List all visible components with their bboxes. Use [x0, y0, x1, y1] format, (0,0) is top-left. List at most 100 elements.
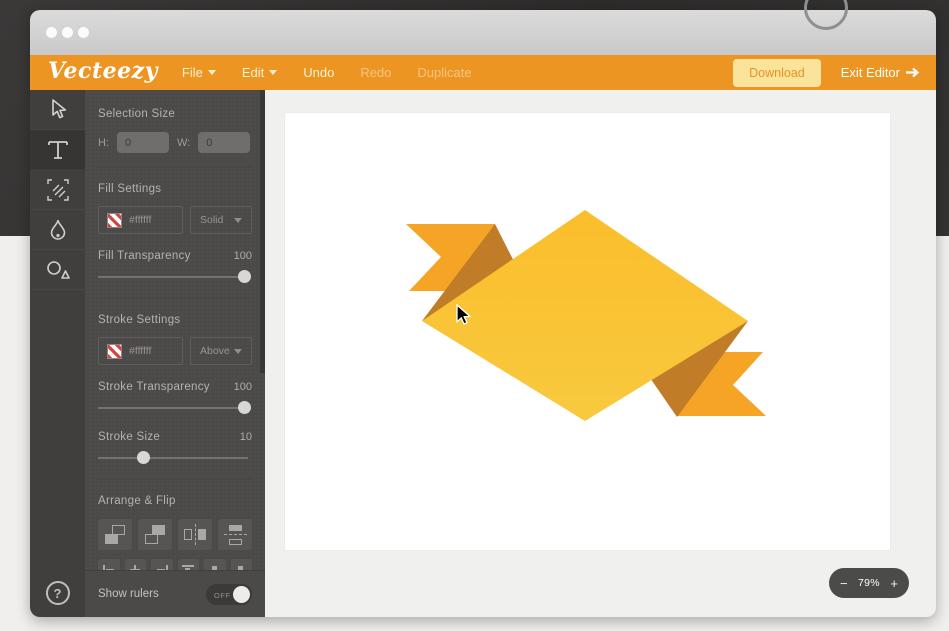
window-dot-icon[interactable]: [46, 27, 57, 38]
shapes-tool-button[interactable]: [30, 250, 85, 290]
stroke-size-value: 10: [240, 431, 252, 443]
app-window: Vecteezy File Edit Undo Redo Duplicate D…: [30, 10, 936, 617]
zoom-in-button[interactable]: +: [890, 577, 898, 590]
stroke-position-value: Above: [200, 345, 230, 357]
width-input[interactable]: [198, 132, 250, 153]
slider-thumb[interactable]: [238, 270, 251, 283]
fill-style-value: Solid: [200, 214, 223, 226]
show-rulers-row: Show rulers OFF: [85, 570, 265, 617]
stroke-size-slider[interactable]: [98, 451, 252, 465]
flip-horizontal-button[interactable]: [178, 519, 212, 550]
menu-redo[interactable]: Redo: [360, 65, 391, 80]
page: { "header": { "logo": "Vecteezy", "menus…: [0, 0, 949, 631]
chevron-down-icon: [234, 218, 242, 223]
ribbon-graphic[interactable]: [285, 113, 890, 550]
flip-vertical-button[interactable]: [218, 519, 252, 550]
zoom-out-button[interactable]: −: [840, 577, 848, 590]
window-dot-icon[interactable]: [78, 27, 89, 38]
artboard[interactable]: [285, 113, 890, 550]
menu-edit-label: Edit: [242, 65, 264, 80]
shapes-icon: [46, 260, 70, 280]
show-rulers-toggle[interactable]: OFF: [206, 584, 252, 605]
flip-vertical-icon: [224, 534, 247, 535]
zoom-level-value: 79%: [858, 577, 880, 589]
fill-settings-section: Fill Settings #ffffff Solid Fill Transpa…: [85, 168, 265, 299]
canvas-area[interactable]: − 79% +: [265, 90, 936, 617]
flip-vertical-icon: [229, 525, 242, 531]
stroke-color-field[interactable]: #ffffff: [98, 337, 183, 365]
zoom-control: − 79% +: [829, 568, 909, 598]
menu-edit[interactable]: Edit: [242, 65, 277, 80]
chevron-down-icon: [269, 70, 277, 75]
toggle-state-label: OFF: [214, 591, 231, 600]
slider-thumb[interactable]: [238, 401, 251, 414]
window-chrome: [30, 10, 936, 55]
fill-transparency-head: Fill Transparency 100: [98, 250, 252, 262]
width-label: W:: [177, 137, 190, 149]
menu-file-label: File: [182, 65, 203, 80]
help-area: ?: [30, 581, 85, 605]
stroke-position-dropdown[interactable]: Above: [190, 337, 252, 365]
toggle-knob[interactable]: [233, 586, 250, 603]
bring-forward-button[interactable]: [98, 519, 132, 550]
menu-duplicate-label: Duplicate: [417, 65, 471, 80]
send-backward-icon: [145, 534, 158, 544]
fill-color-field[interactable]: #ffffff: [98, 206, 183, 234]
menu-redo-label: Redo: [360, 65, 391, 80]
stroke-transparency-head: Stroke Transparency 100: [98, 381, 252, 393]
arrange-flip-title: Arrange & Flip: [98, 495, 252, 507]
fill-tool-button[interactable]: [30, 210, 85, 250]
fill-style-dropdown[interactable]: Solid: [190, 206, 252, 234]
flip-horizontal-icon: [198, 529, 206, 540]
stroke-settings-section: Stroke Settings #ffffff Above Stroke Tra…: [85, 299, 265, 480]
fill-settings-title: Fill Settings: [98, 183, 252, 195]
arrange-flip-section: Arrange & Flip: [85, 480, 265, 583]
flip-horizontal-icon: [195, 524, 196, 545]
bring-forward-icon: [105, 534, 118, 544]
height-input[interactable]: [117, 132, 169, 153]
fill-transparency-slider[interactable]: [98, 270, 252, 284]
editor-header: Vecteezy File Edit Undo Redo Duplicate D…: [30, 55, 936, 90]
flip-horizontal-icon: [184, 529, 192, 540]
no-color-swatch-icon: [107, 344, 122, 359]
selection-size-row: H: W:: [98, 132, 252, 153]
download-button[interactable]: Download: [733, 59, 821, 87]
draw-tool-button[interactable]: [30, 170, 85, 210]
stroke-color-row: #ffffff Above: [98, 337, 252, 365]
stroke-transparency-slider[interactable]: [98, 401, 252, 415]
chevron-down-icon: [234, 349, 242, 354]
fill-transparency-value: 100: [234, 250, 252, 262]
stroke-transparency-label: Stroke Transparency: [98, 381, 210, 393]
slider-thumb[interactable]: [137, 451, 150, 464]
flip-vertical-icon: [229, 539, 242, 545]
menu-duplicate[interactable]: Duplicate: [417, 65, 471, 80]
menu-undo[interactable]: Undo: [303, 65, 334, 80]
slider-track: [98, 407, 248, 409]
window-dot-icon[interactable]: [62, 27, 73, 38]
exit-editor-button[interactable]: Exit Editor: [841, 65, 920, 80]
selection-size-section: Selection Size H: W:: [85, 90, 265, 168]
menu-file[interactable]: File: [182, 65, 216, 80]
stroke-settings-title: Stroke Settings: [98, 314, 252, 326]
selection-size-title: Selection Size: [98, 108, 252, 120]
stroke-size-label: Stroke Size: [98, 431, 160, 443]
fill-color-row: #ffffff Solid: [98, 206, 252, 234]
settings-sidebar: Selection Size H: W: Fill Settings #ffff…: [85, 90, 265, 617]
menu-bar: File Edit Undo Redo Duplicate: [182, 65, 472, 80]
chevron-down-icon: [208, 70, 216, 75]
slider-track: [98, 276, 248, 278]
send-backward-button[interactable]: [138, 519, 172, 550]
show-rulers-label: Show rulers: [98, 588, 159, 600]
help-icon[interactable]: ?: [46, 581, 70, 605]
text-tool-button[interactable]: [30, 130, 85, 170]
vecteezy-logo: Vecteezy: [48, 60, 158, 85]
arrange-row: [98, 519, 252, 550]
draw-tool-icon: [47, 179, 69, 201]
stroke-transparency-value: 100: [234, 381, 252, 393]
ink-drop-icon: [50, 219, 66, 241]
select-tool-button[interactable]: [30, 90, 85, 130]
traffic-lights: [46, 27, 89, 38]
cursor-tool-icon: [49, 99, 67, 120]
header-right: Download Exit Editor: [733, 59, 920, 87]
menu-undo-label: Undo: [303, 65, 334, 80]
